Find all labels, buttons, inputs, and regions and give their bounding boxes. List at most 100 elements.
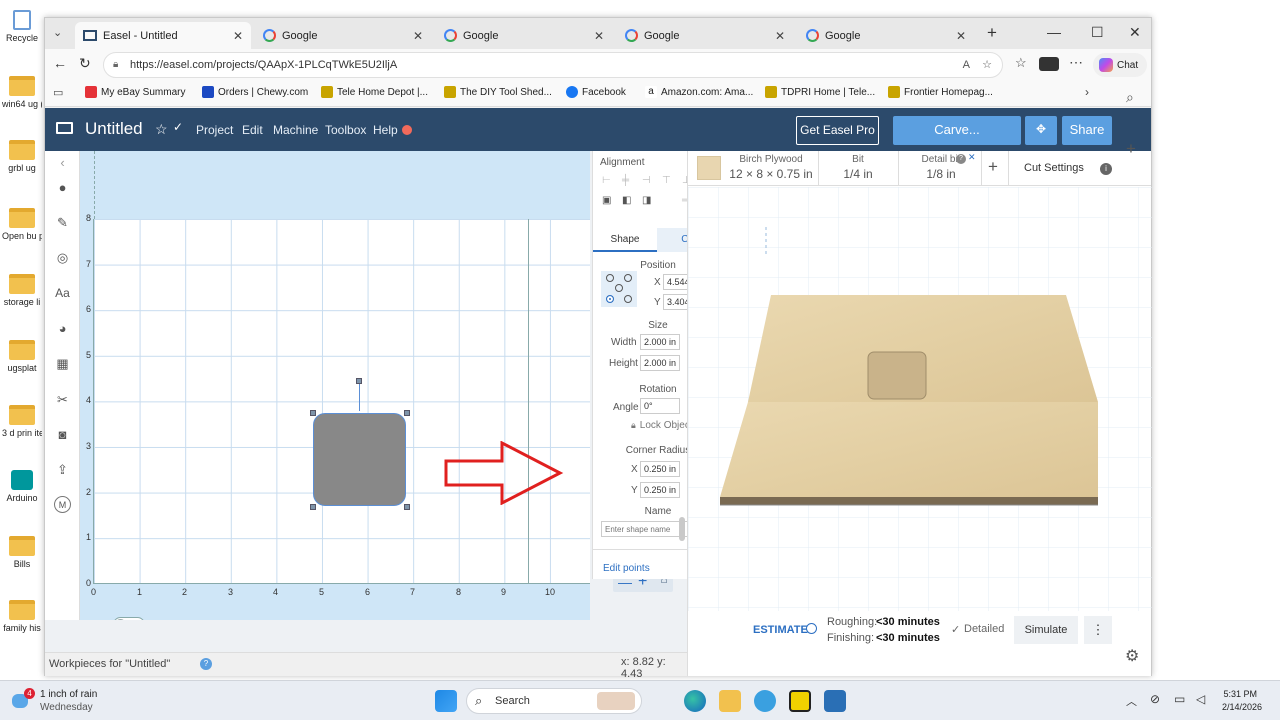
anchor-radio-selected[interactable] [606, 295, 614, 303]
help-icon[interactable]: ? [956, 154, 966, 164]
makers-icon[interactable]: M [54, 496, 71, 513]
bookmark-item[interactable]: Frontier Homepag... [888, 86, 993, 98]
align-top-icon[interactable]: ⊤ [662, 175, 671, 186]
rounded-rectangle-shape[interactable] [313, 413, 406, 506]
rotation-handle[interactable] [356, 378, 362, 384]
network-off-icon[interactable]: ⊘ [1150, 692, 1160, 706]
bookmark-item[interactable]: Facebook [566, 86, 626, 98]
carve-button[interactable]: Carve... [893, 116, 1021, 145]
menu-help[interactable]: Help [373, 123, 398, 137]
battery-icon[interactable]: ▭ [1174, 692, 1185, 706]
get-easel-pro-button[interactable]: Get Easel Pro [796, 116, 879, 145]
unit-toggle[interactable] [113, 617, 145, 620]
desktop-icon-folder[interactable]: win64 ug (1) [2, 76, 42, 109]
props-scrollbar-thumb[interactable] [679, 517, 685, 541]
easel-app-icon[interactable] [789, 690, 811, 712]
share-button[interactable]: Share [1062, 116, 1112, 145]
edit-points-link[interactable]: Edit points [603, 563, 650, 574]
height-input[interactable]: 2.000 in [640, 355, 680, 371]
tab-list-chevron-icon[interactable]: ⌄ [53, 26, 62, 39]
bit-selector[interactable]: Bit 1/4 in [828, 154, 888, 181]
file-explorer-icon[interactable] [719, 690, 741, 712]
sidebar-add-icon[interactable]: + [1126, 139, 1136, 159]
resize-handle[interactable] [404, 504, 410, 510]
collapse-chevron-icon[interactable]: ‹ [54, 154, 71, 171]
remove-detail-bit-icon[interactable]: ✕ [968, 152, 976, 163]
pen-icon[interactable]: ✎ [54, 214, 71, 231]
send-back-icon[interactable]: ◧ [622, 195, 631, 206]
app-globe-icon[interactable] [754, 690, 776, 712]
corner-radius-x-input[interactable]: 0.250 in [640, 461, 680, 477]
windows-start-icon[interactable] [435, 690, 457, 712]
favorite-star-icon[interactable]: ☆ [155, 121, 168, 138]
tab-google[interactable]: Google ✕ [617, 22, 793, 49]
favorites-icon[interactable]: ☆ [1015, 55, 1027, 71]
desktop-icon-folder[interactable]: grbl ug [2, 140, 42, 173]
url-field[interactable]: 🔒︎ https://easel.com/projects/QAApX-1PLC… [103, 52, 1003, 78]
bookmark-item[interactable]: The DIY Tool Shed... [444, 86, 552, 98]
desktop-icon-folder[interactable]: Bills [2, 536, 42, 569]
workpiece-grid[interactable] [93, 219, 590, 584]
apps-icon[interactable]: ▦ [54, 355, 71, 372]
profile-icon[interactable] [1039, 57, 1059, 71]
close-icon[interactable]: ✕ [775, 29, 785, 43]
tab-google[interactable]: Google ✕ [255, 22, 431, 49]
clock-time[interactable]: 5:31 PM [1217, 689, 1257, 699]
bookmarks-overflow-icon[interactable]: › [1085, 85, 1089, 99]
maximize-icon[interactable]: ☐ [1091, 24, 1104, 41]
bring-front-icon[interactable]: ◨ [642, 195, 651, 206]
bookmark-item[interactable]: My eBay Summary [85, 86, 185, 98]
desktop-icon-folder[interactable]: family his [2, 600, 42, 633]
resize-handle[interactable] [310, 410, 316, 416]
cut-settings-button[interactable]: Cut Settings [1024, 162, 1084, 174]
minimize-icon[interactable]: — [1047, 24, 1061, 40]
new-tab-icon[interactable]: + [987, 23, 997, 43]
menu-project[interactable]: Project [196, 123, 233, 137]
anchor-radio[interactable] [615, 284, 623, 292]
corner-radius-y-input[interactable]: 0.250 in [640, 482, 680, 498]
anchor-point-selector[interactable] [601, 271, 637, 307]
desktop-icon-folder[interactable]: storage li [2, 274, 42, 307]
desktop-icon-arduino[interactable]: Arduino [2, 470, 42, 503]
close-icon[interactable]: ✕ [594, 29, 604, 43]
estimate-label[interactable]: ESTIMATE [753, 624, 808, 636]
edge-browser-icon[interactable] [684, 690, 706, 712]
upload-icon[interactable]: ⇪ [54, 461, 71, 478]
bookmark-item[interactable]: Tele Home Depot |... [321, 86, 428, 98]
back-icon[interactable]: ← [53, 55, 67, 71]
copilot-chat-button[interactable]: Chat [1093, 53, 1147, 77]
shapes-icon[interactable]: ● [54, 179, 71, 196]
menu-machine[interactable]: Machine [273, 123, 318, 137]
menu-toolbox[interactable]: Toolbox [325, 123, 366, 137]
more-menu-icon[interactable]: ⋯ [1069, 54, 1083, 71]
close-icon[interactable]: ✕ [233, 29, 243, 43]
palette-icon[interactable]: ◕ [54, 320, 71, 337]
close-window-icon[interactable]: ✕ [1129, 24, 1141, 41]
detailed-checkbox[interactable]: ✓ [951, 623, 960, 636]
workpieces-label[interactable]: Workpieces for "Untitled" [49, 658, 170, 670]
project-title[interactable]: Untitled [85, 119, 143, 139]
design-canvas[interactable]: 8 7 6 5 4 3 2 1 0 0 1 2 3 4 5 6 7 8 9 10… [80, 151, 590, 620]
read-aloud-icon[interactable]: A [963, 53, 970, 77]
tab-easel[interactable]: Easel - Untitled ✕ [75, 22, 251, 49]
angle-input[interactable]: 0° [640, 398, 680, 414]
simulate-button[interactable]: Simulate [1014, 616, 1078, 644]
bookmark-item[interactable]: a Amazon.com: Ama... [645, 86, 753, 98]
text-icon[interactable]: Aa [54, 285, 71, 302]
help-icon[interactable]: ? [200, 658, 212, 670]
material-selector[interactable]: Birch Plywood 12 × 8 × 0.75 in [726, 154, 816, 181]
volume-icon[interactable]: ◁ [1196, 692, 1205, 706]
camera-icon[interactable]: ◙ [54, 426, 71, 443]
sidebar-search-icon[interactable]: ⌕ [1126, 89, 1134, 106]
bookmark-item[interactable]: Orders | Chewy.com [202, 86, 308, 98]
info-icon[interactable]: i [1100, 163, 1112, 175]
3d-preview-svg[interactable] [688, 187, 1152, 611]
tab-shape[interactable]: Shape [593, 228, 657, 252]
more-options-icon[interactable]: ⋮ [1084, 616, 1112, 644]
favorite-star-icon[interactable]: ☆ [982, 53, 992, 77]
machine-connect-button[interactable]: ✥ [1025, 116, 1057, 145]
resize-handle[interactable] [404, 410, 410, 416]
anchor-radio[interactable] [606, 274, 614, 282]
bookmark-item[interactable]: TDPRI Home | Tele... [765, 86, 875, 98]
resize-handle[interactable] [310, 504, 316, 510]
